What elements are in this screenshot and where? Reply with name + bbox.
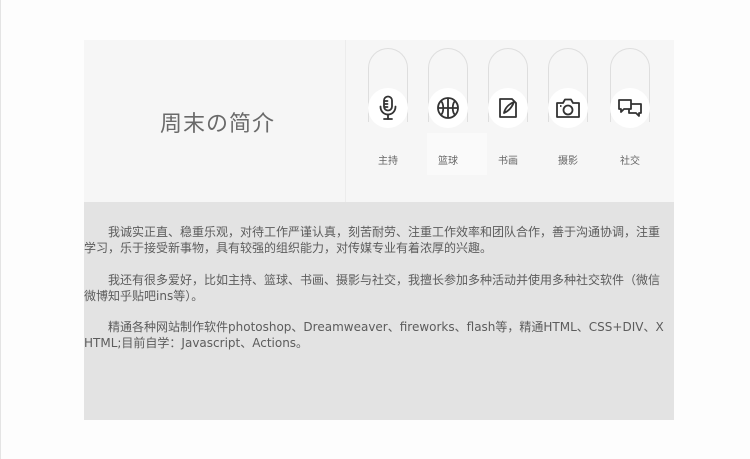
page-title: 周末の简介 bbox=[160, 112, 276, 137]
intro-content-panel: 我诚实正直、稳重乐观，对待工作严谨认真，刻苦耐劳、注重工作效率和团队合作，善于沟… bbox=[84, 202, 674, 420]
page-left-border bbox=[0, 0, 1, 459]
hobby-item-basketball[interactable]: 篮球 bbox=[428, 48, 468, 168]
chat-icon bbox=[610, 88, 650, 128]
hobby-label: 摄影 bbox=[558, 156, 578, 167]
hobby-item-host[interactable]: 主持 bbox=[368, 48, 408, 168]
hobby-label: 主持 bbox=[378, 156, 398, 167]
hobby-item-photography[interactable]: 摄影 bbox=[548, 48, 588, 168]
intro-paragraph: 精通各种网站制作软件photoshop、Dreamweaver、firework… bbox=[84, 320, 664, 350]
hobby-item-social[interactable]: 社交 bbox=[610, 48, 650, 168]
basketball-icon bbox=[428, 88, 468, 128]
hobby-item-painting[interactable]: 书画 bbox=[488, 48, 528, 168]
hobby-label: 书画 bbox=[498, 156, 518, 167]
header-divider bbox=[345, 40, 346, 202]
hobby-label: 篮球 bbox=[438, 156, 458, 167]
intro-paragraph: 我诚实正直、稳重乐观，对待工作严谨认真，刻苦耐劳、注重工作效率和团队合作，善于沟… bbox=[84, 225, 661, 255]
microphone-icon bbox=[368, 88, 408, 128]
camera-icon bbox=[548, 88, 588, 128]
hobby-label: 社交 bbox=[620, 156, 640, 167]
pen-icon bbox=[488, 88, 528, 128]
intro-header-card: 周末の简介 主持 篮球 书画 摄影 社交 bbox=[84, 40, 674, 202]
intro-paragraph: 我还有很多爱好，比如主持、篮球、书画、摄影与社交，我擅长参加多种活动并使用多种社… bbox=[84, 273, 661, 303]
